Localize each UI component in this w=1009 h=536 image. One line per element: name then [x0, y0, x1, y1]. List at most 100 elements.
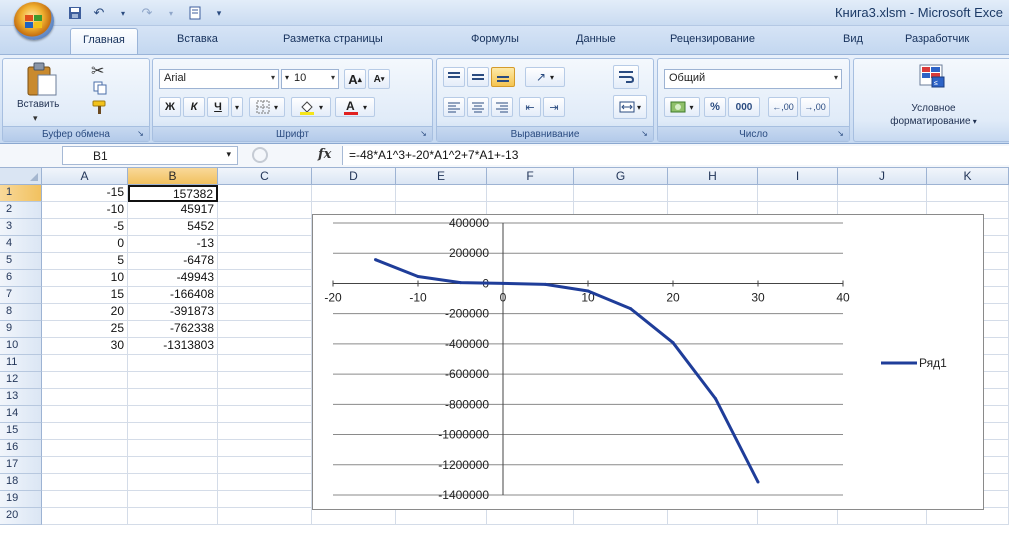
align-bottom-button[interactable] — [491, 67, 515, 87]
column-header-a[interactable]: A — [42, 168, 128, 185]
formula-input[interactable]: =-48*A1^3+-20*A1^2+7*A1+-13 — [342, 146, 1009, 165]
cell-c13[interactable] — [218, 389, 312, 406]
cell-a5[interactable]: 5 — [42, 253, 128, 270]
cell-c10[interactable] — [218, 338, 312, 355]
format-painter-icon[interactable] — [91, 99, 109, 115]
cell-b9[interactable]: -762338 — [128, 321, 218, 338]
tab-developer[interactable]: Разработчик — [905, 33, 969, 45]
cell-a11[interactable] — [42, 355, 128, 372]
tab-data[interactable]: Данные — [576, 33, 616, 45]
column-header-j[interactable]: J — [838, 168, 927, 185]
row-header-3[interactable]: 3 — [0, 219, 42, 236]
column-header-f[interactable]: F — [487, 168, 574, 185]
cell-b5[interactable]: -6478 — [128, 253, 218, 270]
borders-button[interactable]: ▾ — [249, 97, 285, 117]
column-header-d[interactable]: D — [312, 168, 396, 185]
undo-dropdown-icon[interactable]: ▾ — [114, 4, 132, 22]
wrap-text-button[interactable] — [613, 65, 639, 89]
cell-a10[interactable]: 30 — [42, 338, 128, 355]
row-header-6[interactable]: 6 — [0, 270, 42, 287]
cell-c6[interactable] — [218, 270, 312, 287]
thousands-separator-button[interactable]: 000 — [728, 97, 760, 117]
row-header-17[interactable]: 17 — [0, 457, 42, 474]
cell-a12[interactable] — [42, 372, 128, 389]
row-header-9[interactable]: 9 — [0, 321, 42, 338]
row-header-12[interactable]: 12 — [0, 372, 42, 389]
cell-b10[interactable]: -1313803 — [128, 338, 218, 355]
row-header-16[interactable]: 16 — [0, 440, 42, 457]
redo-dropdown-icon[interactable]: ▾ — [162, 4, 180, 22]
cell-a16[interactable] — [42, 440, 128, 457]
cell-c4[interactable] — [218, 236, 312, 253]
cell-g1[interactable] — [574, 185, 668, 202]
select-all-corner[interactable] — [0, 168, 42, 185]
cell-b3[interactable]: 5452 — [128, 219, 218, 236]
cell-c2[interactable] — [218, 202, 312, 219]
line-chart[interactable]: 400000 200000 0 -200000 -400000 -600000 -80000… — [312, 214, 984, 510]
cell-a14[interactable] — [42, 406, 128, 423]
align-right-button[interactable] — [491, 97, 513, 117]
cell-b1[interactable]: 157382 — [128, 185, 218, 202]
cell-b8[interactable]: -391873 — [128, 304, 218, 321]
increase-decimal-button[interactable]: ← ,00 — [768, 97, 798, 117]
cell-c1[interactable] — [218, 185, 312, 202]
cell-a3[interactable]: -5 — [42, 219, 128, 236]
cell-a13[interactable] — [42, 389, 128, 406]
cell-b20[interactable] — [128, 508, 218, 525]
underline-dropdown-icon[interactable]: ▾ — [231, 97, 243, 117]
cell-c3[interactable] — [218, 219, 312, 236]
cell-c11[interactable] — [218, 355, 312, 372]
font-size-dropdown-arrow-icon[interactable]: ▾ — [331, 73, 335, 82]
row-header-8[interactable]: 8 — [0, 304, 42, 321]
merge-center-button[interactable]: ▾ — [613, 95, 647, 119]
tab-view[interactable]: Вид — [843, 33, 863, 45]
underline-button[interactable]: Ч — [207, 97, 229, 117]
increase-indent-button[interactable]: ⇥ — [543, 97, 565, 117]
print-preview-icon[interactable] — [186, 4, 204, 22]
row-header-5[interactable]: 5 — [0, 253, 42, 270]
row-header-19[interactable]: 19 — [0, 491, 42, 508]
cell-a8[interactable]: 20 — [42, 304, 128, 321]
row-header-4[interactable]: 4 — [0, 236, 42, 253]
cell-a18[interactable] — [42, 474, 128, 491]
cell-f1[interactable] — [487, 185, 574, 202]
column-header-b[interactable]: B — [128, 168, 218, 185]
shrink-font-button[interactable]: A ▾ — [368, 69, 390, 89]
cell-c17[interactable] — [218, 457, 312, 474]
font-size-dropdown-icon[interactable]: ▾ — [285, 73, 289, 82]
cell-c14[interactable] — [218, 406, 312, 423]
cut-icon[interactable]: ✂ — [91, 61, 104, 81]
insert-function-button[interactable]: fx — [318, 147, 331, 162]
font-color-button[interactable]: A ▾ — [335, 97, 375, 117]
cell-b16[interactable] — [128, 440, 218, 457]
cell-a15[interactable] — [42, 423, 128, 440]
column-header-c[interactable]: C — [218, 168, 312, 185]
font-size-combo[interactable]: ▾ 10 ▾ — [281, 69, 339, 89]
font-name-dropdown-icon[interactable]: ▾ — [271, 73, 275, 82]
font-launcher-icon[interactable]: ↘ — [418, 128, 429, 139]
row-header-2[interactable]: 2 — [0, 202, 42, 219]
cell-a19[interactable] — [42, 491, 128, 508]
cell-b7[interactable]: -166408 — [128, 287, 218, 304]
cell-h1[interactable] — [668, 185, 758, 202]
currency-format-button[interactable]: ▾ — [664, 97, 700, 117]
font-name-combo[interactable]: Arial ▾ — [159, 69, 279, 89]
bold-button[interactable]: Ж — [159, 97, 181, 117]
paste-dropdown-icon[interactable]: ▾ — [33, 113, 38, 124]
cell-b14[interactable] — [128, 406, 218, 423]
column-header-g[interactable]: G — [574, 168, 668, 185]
italic-button[interactable]: К — [183, 97, 205, 117]
customize-qat-icon[interactable]: ▾ — [210, 4, 228, 22]
orientation-button[interactable]: ↗ ▾ — [525, 67, 565, 87]
number-launcher-icon[interactable]: ↘ — [835, 128, 846, 139]
office-button[interactable] — [14, 2, 54, 40]
cell-c12[interactable] — [218, 372, 312, 389]
grow-font-button[interactable]: A ▴ — [344, 69, 366, 89]
copy-icon[interactable] — [93, 81, 107, 95]
cell-c8[interactable] — [218, 304, 312, 321]
cell-a9[interactable]: 25 — [42, 321, 128, 338]
column-header-h[interactable]: H — [668, 168, 758, 185]
cell-c18[interactable] — [218, 474, 312, 491]
tab-formulas[interactable]: Формулы — [471, 33, 519, 45]
tab-home[interactable]: Главная — [70, 28, 138, 55]
